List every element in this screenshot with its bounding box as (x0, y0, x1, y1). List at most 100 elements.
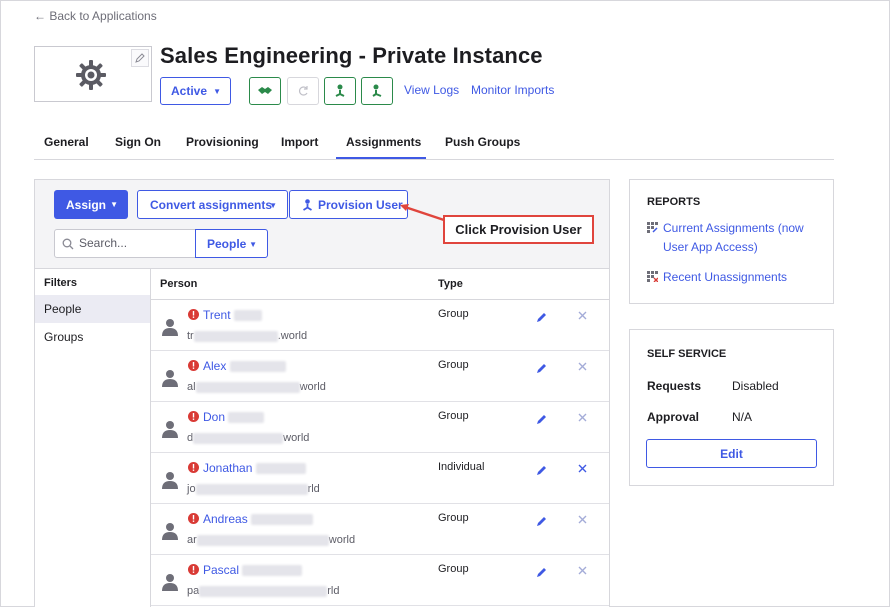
user-deprovision-icon (372, 84, 382, 97)
pencil-icon[interactable] (536, 516, 547, 527)
close-icon[interactable] (578, 566, 587, 575)
user-avatar-icon (162, 370, 178, 387)
reports-card: REPORTS Current Assignments (now User Ap… (629, 179, 834, 304)
assignment-type: Group (438, 563, 469, 575)
person-name[interactable]: Alex (203, 359, 286, 373)
pencil-icon[interactable] (536, 312, 547, 323)
back-to-applications-link[interactable]: ← Back to Applications (34, 9, 157, 23)
close-icon[interactable] (578, 362, 587, 371)
reports-header: REPORTS (647, 196, 701, 208)
close-icon[interactable] (578, 311, 587, 320)
pencil-icon[interactable] (536, 465, 547, 476)
person-name[interactable]: Andreas (203, 512, 314, 526)
user-provision-icon (335, 84, 345, 97)
error-icon (188, 309, 199, 320)
search-field[interactable] (54, 229, 196, 258)
approval-label: Approval (647, 410, 700, 424)
person-name[interactable]: Don (203, 410, 265, 424)
assignment-type: Group (438, 308, 469, 320)
edit-self-service-button[interactable]: Edit (646, 439, 817, 468)
recent-unassignments-report-link[interactable]: Recent Unassignments (647, 268, 827, 287)
provision-user-shortcut-button[interactable] (324, 77, 356, 105)
deprovision-user-button[interactable] (361, 77, 393, 105)
search-icon (62, 238, 74, 250)
person-email: tr .world (187, 330, 308, 342)
push-profile-button[interactable] (249, 77, 281, 105)
tab-general[interactable]: General (44, 135, 89, 149)
tab-provisioning[interactable]: Provisioning (186, 135, 259, 149)
assignment-type: Individual (438, 461, 485, 473)
report-grid-remove-icon (647, 271, 658, 282)
person-email: d world (187, 432, 310, 444)
pencil-icon[interactable] (536, 363, 547, 374)
error-icon (188, 513, 199, 524)
user-avatar-icon (162, 421, 178, 438)
user-avatar-icon (162, 319, 178, 336)
active-tab-indicator (336, 157, 426, 159)
person-email: jo rld (187, 483, 320, 495)
filter-groups[interactable]: Groups (35, 323, 150, 351)
search-scope-label: People (207, 236, 247, 251)
table-row: Alex al world Group (151, 351, 609, 402)
monitor-imports-link[interactable]: Monitor Imports (471, 83, 554, 97)
table-row: Pascal pa rld Group (151, 555, 609, 606)
current-assignments-label: Current Assignments (now User App Access… (663, 221, 804, 254)
handshake-icon (258, 87, 272, 94)
requests-value: Disabled (732, 379, 779, 393)
user-avatar-icon (162, 574, 178, 591)
pencil-icon (135, 53, 145, 63)
assignment-type: Group (438, 512, 469, 524)
gear-icon (76, 60, 106, 90)
pencil-icon[interactable] (536, 567, 547, 578)
error-icon (188, 564, 199, 575)
approval-value: N/A (732, 410, 753, 424)
convert-assignments-label: Convert assignments (150, 197, 273, 212)
self-service-card: SELF SERVICE Requests Disabled Approval … (629, 329, 834, 486)
tab-bar: General Sign On Provisioning Import Assi… (34, 130, 834, 160)
person-name[interactable]: Pascal (203, 563, 303, 577)
app-logo (34, 46, 152, 102)
pencil-icon[interactable] (536, 414, 547, 425)
error-icon (188, 411, 199, 422)
tab-import[interactable]: Import (281, 135, 318, 149)
provision-user-button[interactable]: Provision User (289, 190, 408, 219)
tab-sign-on[interactable]: Sign On (115, 135, 161, 149)
user-avatar-icon (162, 472, 178, 489)
edit-logo-button[interactable] (131, 49, 149, 67)
tab-assignments[interactable]: Assignments (346, 135, 421, 149)
error-icon (188, 360, 199, 371)
search-scope-dropdown[interactable]: People ▼ (195, 229, 268, 258)
table-row: Andreas ar world Group (151, 504, 609, 555)
person-name[interactable]: Trent (203, 308, 262, 322)
person-name[interactable]: Jonathan (203, 461, 306, 475)
view-logs-link[interactable]: View Logs (404, 83, 459, 97)
refresh-icon (299, 86, 308, 96)
assign-button[interactable]: Assign ▼ (54, 190, 128, 219)
error-icon (188, 462, 199, 473)
column-header-person: Person (160, 278, 198, 290)
status-dropdown[interactable]: Active ▼ (160, 77, 231, 105)
tab-push-groups[interactable]: Push Groups (445, 135, 520, 149)
refresh-button[interactable] (287, 77, 319, 105)
person-email: ar world (187, 534, 356, 546)
convert-assignments-button[interactable]: Convert assignments ▼ (137, 190, 288, 219)
report-grid-icon (647, 222, 658, 233)
instruction-callout: Click Provision User (443, 215, 594, 244)
close-icon[interactable] (578, 464, 587, 473)
user-provision-icon (303, 198, 312, 211)
current-assignments-report-link[interactable]: Current Assignments (now User App Access… (647, 219, 827, 257)
caret-down-icon: ▼ (213, 87, 221, 96)
status-label: Active (171, 84, 208, 98)
assignments-table: Person Type Trent tr .world Group Alex al… (151, 268, 609, 607)
close-icon[interactable] (578, 515, 587, 524)
search-input[interactable] (79, 236, 189, 250)
callout-arrow (400, 204, 445, 222)
assign-label: Assign (66, 197, 107, 212)
page-title: Sales Engineering - Private Instance (160, 43, 543, 68)
filter-people[interactable]: People (35, 295, 150, 323)
table-row: Don d world Group (151, 402, 609, 453)
person-email: pa rld (187, 585, 340, 597)
caret-down-icon: ▼ (249, 240, 257, 249)
assignment-type: Group (438, 359, 469, 371)
close-icon[interactable] (578, 413, 587, 422)
